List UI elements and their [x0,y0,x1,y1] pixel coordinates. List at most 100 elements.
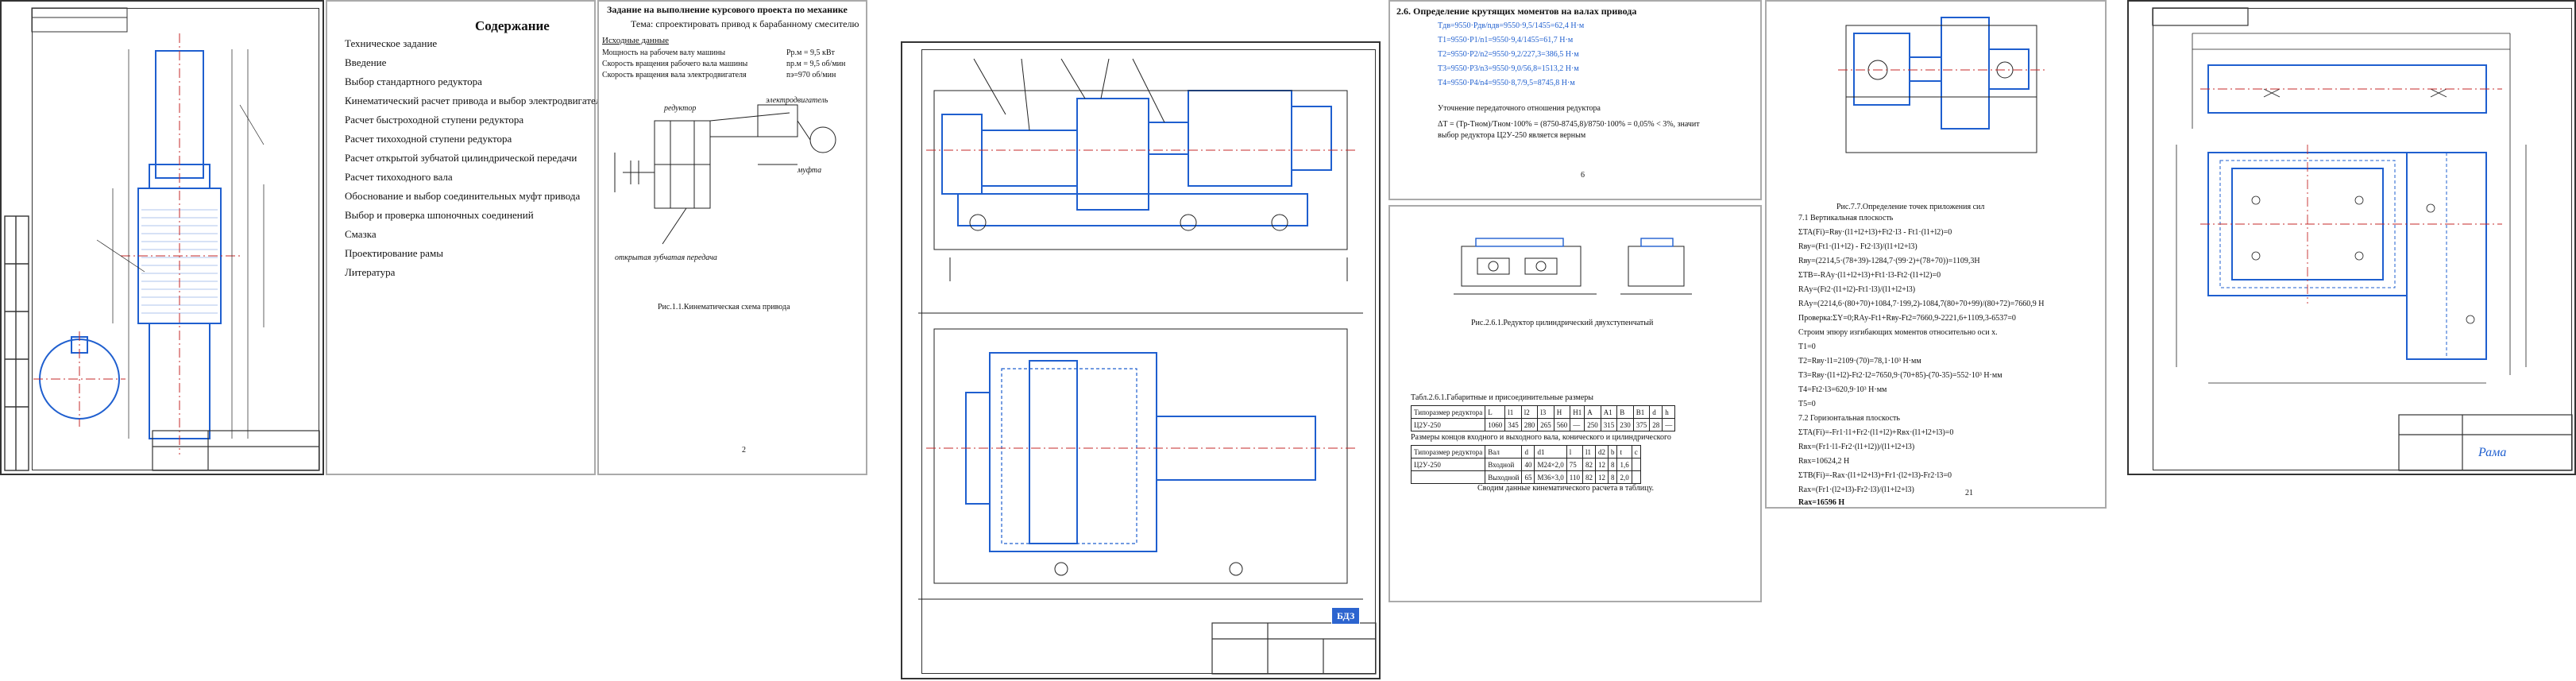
calc-line: T4=Ft2·l3=620,9·10³ Н·мм [1798,385,1887,394]
table-cell: M24×2,0 [1534,458,1567,471]
scheme-label-coupling: муфта [798,166,822,175]
contents-item: Выбор стандартного редуктора [345,75,482,87]
contents-item: Расчет тихоходного вала [345,171,453,183]
table-cell: 65 [1521,470,1535,484]
calc-line: Rвх=(Fr1·l1-Fr2·(l1+l2))/(l1+l2+l3) [1798,443,1915,451]
table-header-cell: d1 [1534,445,1567,459]
dimensions-table: Типоразмер редуктора L l1 l2 l3 H H1 A A… [1410,405,1676,431]
table-cell: 345 [1504,418,1522,431]
calc-line: Rву=(Ft1·(l1+l2) - Ft2·l3)/(l1+l2+l3) [1798,242,1918,251]
horizontal-plane-title: 7.2 Горизонтальная плоскость [1798,414,1900,423]
calc-line: Rах=(Fr1·(l2+l3)-Fr2·l3)/(l1+l2+l3) [1798,486,1914,494]
table-header-cell: h [1662,405,1676,419]
task-figure-caption: Рис.1.1.Кинематическая схема привода [658,303,790,311]
table-cell: 265 [1537,418,1554,431]
table-header-cell: l3 [1537,405,1554,419]
torque-line: Т2=9550·Р2/n2=9550·9,2/227,3=386,5 Н·м [1438,50,1579,59]
calc-fig-caption: Рис.7.7.Определение точек приложения сил [1836,203,1985,211]
contents-item: Расчет быстроходной ступени редуктора [345,114,524,126]
page-contents[interactable]: Содержание Техническое задание Введение … [326,0,605,475]
calc-line: T5=0 [1798,400,1816,408]
table-cell: 8 [1607,458,1618,471]
table-header-cell: l1 [1582,445,1596,459]
drawing-sheet-gear[interactable] [0,0,324,475]
table-header-row: Типоразмер редуктора Вал d d1 l l1 d2 b … [1410,445,1641,459]
table-cell [1631,470,1641,484]
table-cell: 8 [1607,470,1618,484]
torques-page-number: 6 [1581,171,1585,180]
torque-line: Т3=9550·Р3/n3=9550·9,0/56,8=1513,2 Н·м [1438,64,1579,73]
calc-line: Rву=(2214,5·(78+39)-1284,7·(99·2)+(78+70… [1798,257,1980,265]
calc-line: T2=Rву·l1=2109·(70)=78,1·10³ Н·мм [1798,357,1921,366]
calc-line: T3=Rву·(l1+l2)-Ft2·l2=7650,9·(70+85)-(70… [1798,371,2002,380]
table-header-cell: b [1607,445,1618,459]
calc-line: ΣTB(Fi)=-Rах·(l1+l2+l3)+Fr1·(l2+l3)-Fr2·… [1798,471,1952,480]
page-task[interactable]: Задание на выполнение курсового проекта … [597,0,867,475]
table-cell: Ц2У-250 [1410,458,1486,471]
page-force-calc[interactable]: Рис.7.7.Определение точек приложения сил… [1765,0,2107,509]
contents-item: Проектирование рамы [345,247,444,259]
table-header-cell: d [1521,445,1535,459]
table-cell: 315 [1600,418,1618,431]
table-cell: 1,6 [1616,458,1632,471]
page-torques[interactable]: 2.6. Определение крутящих моментов на ва… [1388,0,1762,200]
gear-drawing [4,7,320,471]
table-header-cell: Вал [1485,445,1523,459]
vertical-plane-title: 7.1 Вертикальная плоскость [1798,214,1894,222]
scheme-label-reducer: редуктор [664,104,697,113]
scheme-label-open-gear: открытая зубчатая передача [615,253,717,262]
shaft-ends-caption: Размеры концов входного и выходного вала… [1411,433,1671,442]
table-row: Ц2У-250 Входной 40 M24×2,0 75 82 12 8 1,… [1410,458,1641,471]
contents-item: Введение [345,56,387,68]
task-subtitle: Тема: спроектировать привод к барабанном… [631,18,859,29]
page-reducer-dimensions[interactable]: Рис.2.6.1.Редуктор цилиндрический двухст… [1388,205,1762,602]
table-cell [1631,458,1641,471]
table-header-cell: Типоразмер редуктора [1410,405,1486,419]
contents-item: Литература [345,266,396,278]
table-header-cell: H1 [1570,405,1585,419]
calc-line: Rах=16596 Н [1798,498,1845,507]
table-cell: 12 [1594,470,1609,484]
table-cell: 28 [1649,418,1663,431]
table-header-cell: d [1649,405,1663,419]
contents-item: Расчет тихоходной ступени редуктора [345,133,512,145]
table-header-cell: Типоразмер редуктора [1410,445,1486,459]
contents-item: Кинематический расчет привода и выбор эл… [345,95,606,106]
table-header-cell: A1 [1600,405,1618,419]
table-cell: 82 [1582,458,1596,471]
drawing-sheet-frame[interactable]: Рама [2127,0,2576,475]
table-cell: 560 [1553,418,1571,431]
calc-line: T1=0 [1798,342,1816,351]
calc-line: ΣTA(Fi)=-Fr1·l1+Fr2·(l1+l2)+Rвх·(l1+l2+l… [1798,428,1954,437]
task-row-value: np.м = 9,5 об/мин [786,60,846,68]
initial-data-label: Исходные данные [602,36,669,45]
stamp-code[interactable]: БДЗ [1331,607,1361,625]
table-cell: Ц2У-250 [1410,418,1486,431]
table-header-cell: B1 [1632,405,1651,419]
table-cell: Входной [1485,458,1523,471]
reducer-sketch [1454,238,1692,295]
calc-line: Проверка:ΣY=0;RАу-Ft1+Rву-Ft2=7660,9-222… [1798,314,2016,323]
table-cell: 2,0 [1616,470,1632,484]
task-row-label: Скорость вращения вала электродвигателя [602,71,747,79]
table-header-cell: A [1584,405,1601,419]
kinematic-scheme [614,104,836,245]
shaft-force-sketch [1838,17,2045,153]
table-cell: — [1570,418,1585,431]
drawing-sheet-drive[interactable]: БДЗ [901,41,1381,679]
task-row-value: nэ=970 об/мин [786,71,836,79]
contents-title: Содержание [475,18,550,33]
table-header-cell: B [1616,405,1634,419]
scheme-label-motor: электродвигатель [766,96,828,105]
table-row: Ц2У-250 1060 345 280 265 560 — 250 315 2… [1410,418,1676,431]
calc-line: ΣTA(Fi)=Rву·(l1+l2+l3)+Ft2·l3 - Ft1·(l1+… [1798,228,1952,237]
table-cell: 280 [1520,418,1539,431]
reducer-caption: Рис.2.6.1.Редуктор цилиндрический двухст… [1471,319,1654,327]
task-title: Задание на выполнение курсового проекта … [607,4,848,15]
table-cell: 110 [1566,470,1583,484]
calc-line: ΣTB=-RАу·(l1+l2+l3)+Ft1·l3-Ft2·(l1+l2)=0 [1798,271,1941,280]
table-cell: 12 [1594,458,1609,471]
calc-page-number: 21 [1965,489,1973,497]
table-cell: — [1662,418,1676,431]
torque-line: Т4=9550·Р4/n4=9550·8,7/9,5=8745,8 Н·м [1438,79,1575,87]
